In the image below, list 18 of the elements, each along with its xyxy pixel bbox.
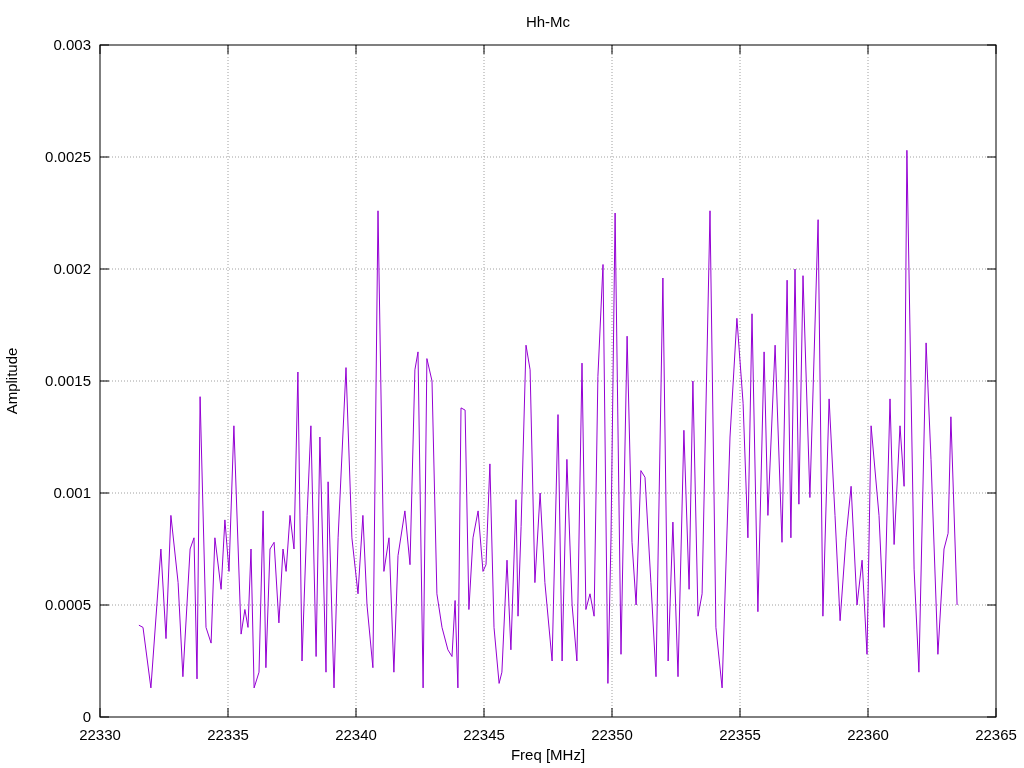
y-tick-label: 0.003	[53, 36, 91, 53]
x-tick-label: 22335	[207, 726, 249, 743]
x-tick-label: 22365	[975, 726, 1017, 743]
y-tick-label: 0.0025	[45, 148, 91, 165]
x-tick-label: 22350	[591, 726, 633, 743]
y-tick-label: 0	[82, 708, 91, 725]
x-tick-label: 22360	[847, 726, 889, 743]
y-axis-label: Amplitude	[3, 347, 20, 415]
x-tick-label: 22330	[79, 726, 121, 743]
x-tick-label: 22355	[719, 726, 761, 743]
y-tick-label: 0.0005	[45, 596, 91, 613]
x-tick-label: 22340	[335, 726, 377, 743]
y-tick-label: 0.0015	[45, 372, 91, 389]
x-tick-label: 22345	[463, 726, 505, 743]
chart-title: Hh-Mc	[525, 13, 571, 30]
y-tick-label: 0.001	[53, 484, 91, 501]
y-tick-label: 0.002	[53, 260, 91, 277]
x-axis-label: Freq [MHz]	[510, 746, 586, 763]
